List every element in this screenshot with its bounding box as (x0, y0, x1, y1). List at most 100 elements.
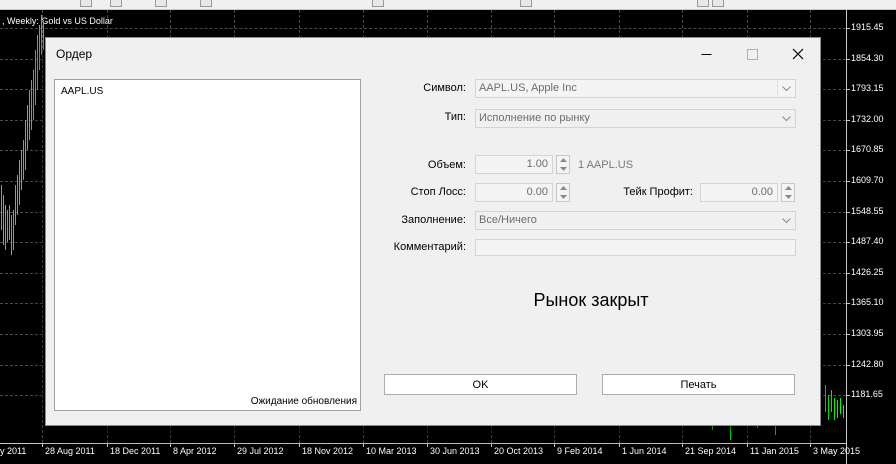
price-label: 1426.25 (851, 266, 884, 277)
time-tick (107, 444, 108, 447)
toolbar-button[interactable] (520, 0, 532, 7)
volume-stepper[interactable] (556, 155, 570, 174)
filling-value: Все/Ничего (479, 214, 537, 226)
toolbar-button[interactable] (200, 0, 212, 7)
minimize-button[interactable] (684, 42, 728, 66)
price-tick (847, 28, 850, 29)
volume-label: Объем: (427, 159, 466, 171)
type-label: Тип: (444, 111, 466, 123)
spin-down-icon[interactable] (557, 193, 569, 201)
candle (843, 405, 844, 418)
price-label: 1732.00 (851, 113, 884, 124)
chevron-down-icon (777, 110, 795, 127)
time-tick (554, 444, 555, 447)
time-tick (619, 444, 620, 447)
price-label: 1181.65 (851, 389, 883, 400)
price-tick (847, 242, 850, 244)
volume-unit: 1 AAPL.US (578, 159, 634, 171)
time-axis: y 2011 28 Aug 2011 18 Dec 2011 8 Apr 2012 29… (0, 443, 860, 464)
minimize-icon (701, 53, 711, 55)
toolbar-button[interactable] (372, 0, 384, 7)
time-label: y 2011 (0, 446, 27, 456)
filling-select[interactable]: Все/Ничего (475, 211, 796, 230)
toolbar-button[interactable] (80, 0, 92, 7)
price-tick (847, 272, 850, 274)
candle (1, 185, 2, 230)
takeprofit-stepper[interactable] (781, 183, 795, 202)
price-label: 1303.95 (851, 328, 884, 338)
list-item[interactable]: AAPL.US (61, 86, 103, 97)
price-label: 1854.30 (851, 52, 884, 63)
spin-down-icon[interactable] (557, 165, 569, 173)
spin-up-icon[interactable] (557, 156, 569, 164)
candle (837, 400, 838, 418)
chevron-down-icon (777, 212, 795, 229)
price-label: 1793.15 (851, 83, 884, 94)
symbol-select[interactable]: AAPL.US, Apple Inc (475, 79, 796, 98)
update-status: Ожидание обновления (250, 396, 357, 407)
comment-label: Комментарий: (393, 241, 466, 253)
market-closed-message: Рынок закрыт (533, 290, 649, 310)
candle (43, 20, 44, 50)
toolbar-button[interactable] (697, 0, 709, 7)
time-tick (299, 444, 300, 447)
toolbar-button[interactable] (110, 0, 122, 7)
candle (23, 140, 24, 180)
close-button[interactable] (776, 42, 820, 66)
time-tick (682, 444, 683, 447)
stoploss-stepper[interactable] (556, 183, 570, 202)
print-button[interactable]: Печать (602, 374, 795, 395)
price-tick (847, 58, 850, 60)
candle (35, 50, 36, 105)
toolbar (0, 0, 896, 10)
toolbar-button[interactable] (155, 0, 167, 7)
comment-input[interactable] (475, 239, 796, 256)
price-axis: 1915.45 1854.30 1793.15 1732.00 1670.85 1609.… (846, 10, 896, 464)
grid-line (0, 28, 846, 29)
time-tick (491, 444, 492, 447)
time-label: 28 Aug 2011 (45, 446, 95, 456)
price-label: 1609.70 (851, 175, 884, 185)
dialog-titlebar[interactable]: Ордер (46, 38, 820, 69)
stoploss-input[interactable]: 0.00 (475, 183, 553, 202)
maximize-icon (746, 48, 758, 60)
spin-down-icon[interactable] (782, 193, 794, 201)
volume-input[interactable]: 1.00 (475, 155, 553, 174)
candle (825, 385, 826, 412)
candle (7, 210, 8, 242)
dialog-title: Ордер (56, 47, 93, 61)
price-label: 1242.80 (851, 358, 884, 369)
price-tick (847, 89, 850, 91)
spin-up-icon[interactable] (782, 184, 794, 192)
takeprofit-input[interactable]: 0.00 (700, 183, 778, 202)
type-select[interactable]: Исполнение по рынку (475, 109, 796, 128)
ok-button[interactable]: OK (384, 374, 577, 395)
price-tick (847, 334, 850, 335)
candle (21, 150, 22, 190)
time-label: 10 Mar 2013 (366, 446, 417, 456)
candle (13, 210, 14, 250)
time-label: 11 Jan 2015 (750, 446, 799, 456)
time-label: 3 May 2015 (813, 446, 861, 456)
time-tick (427, 444, 428, 447)
spin-up-icon[interactable] (557, 184, 569, 192)
symbol-value: AAPL.US, Apple Inc (479, 82, 577, 94)
symbol-list[interactable]: AAPL.US Ожидание обновления (54, 79, 361, 411)
price-label: 1365.10 (851, 297, 884, 308)
candle (831, 390, 832, 412)
toolbar-button[interactable] (712, 0, 724, 7)
price-tick (847, 119, 850, 121)
candle (31, 80, 32, 130)
candle (39, 25, 40, 70)
time-tick (747, 444, 748, 447)
candle (37, 35, 38, 90)
candle (834, 398, 835, 420)
candle (33, 70, 34, 120)
maximize-button (730, 42, 774, 66)
time-label: 8 Apr 2012 (173, 446, 217, 456)
price-tick (847, 364, 850, 366)
order-dialog: Ордер AAPL.US Ожидание обновления Символ… (45, 37, 821, 426)
candle (5, 205, 6, 250)
candle (3, 195, 4, 245)
candle (29, 90, 30, 140)
